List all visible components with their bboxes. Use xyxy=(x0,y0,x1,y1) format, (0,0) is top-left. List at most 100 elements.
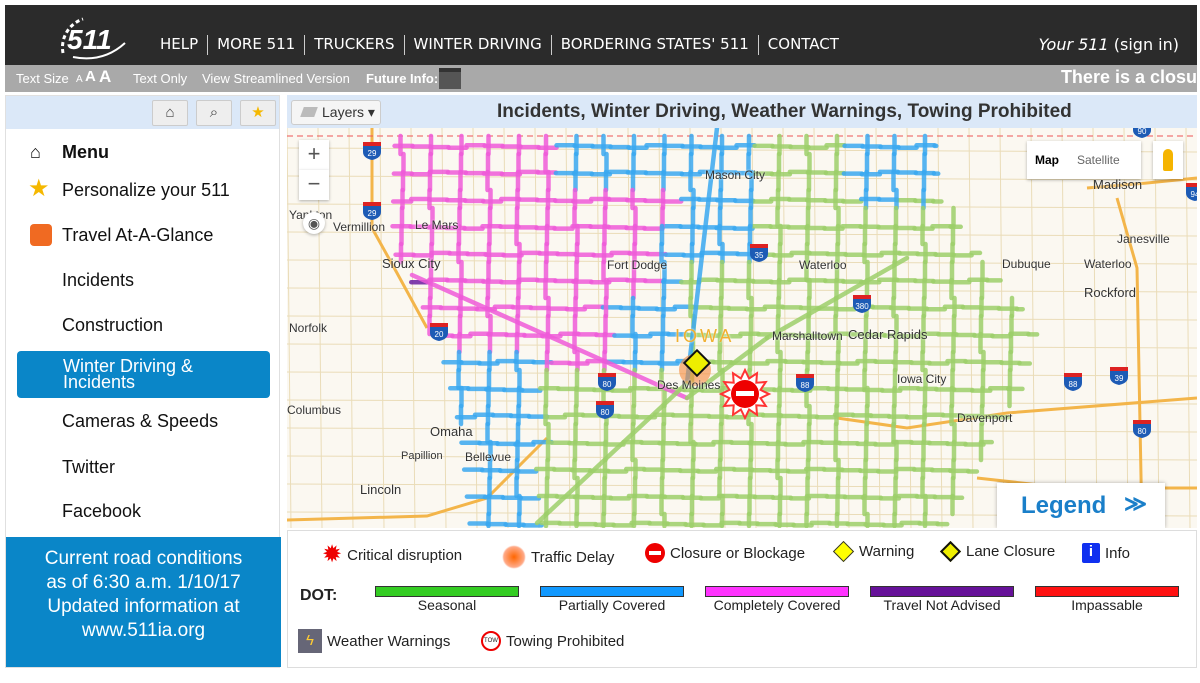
nav-truckers[interactable]: TRUCKERS xyxy=(305,35,403,55)
legend-label: Warning xyxy=(859,543,915,560)
text-size-large[interactable]: A xyxy=(99,67,111,87)
city-label: Columbus xyxy=(287,403,342,417)
svg-text:29: 29 xyxy=(368,209,377,218)
sidebar-item-label: Cameras & Speeds xyxy=(62,411,219,431)
text-size-small[interactable]: A xyxy=(76,74,83,85)
map-button[interactable]: Map xyxy=(1035,153,1059,167)
conditions-line: Current road conditions xyxy=(44,548,243,569)
511-logo[interactable]: 511 xyxy=(53,13,133,61)
home-button[interactable]: ⌂ xyxy=(152,100,188,126)
sidebar-item-construction[interactable]: Construction xyxy=(6,310,281,340)
legend-traffic-delay: Traffic Delay xyxy=(502,545,614,569)
text-only-link[interactable]: Text Only xyxy=(133,71,187,86)
text-size-medium[interactable]: A xyxy=(85,68,96,85)
svg-text:39: 39 xyxy=(1115,374,1124,383)
legend-critical: ✹ Critical disruption xyxy=(322,543,462,567)
background-road xyxy=(1154,128,1160,528)
legend-closure: Closure or Blockage xyxy=(645,543,805,563)
weather-warning-icon: ϟ xyxy=(298,629,322,653)
layers-label: Layers xyxy=(322,104,365,120)
sidebar-item-label: Facebook xyxy=(62,501,142,521)
legend-label: Traffic Delay xyxy=(531,548,615,566)
svg-text:380: 380 xyxy=(855,302,869,311)
nav-winter-driving[interactable]: WINTER DRIVING xyxy=(405,35,551,55)
city-label: Marshalltown xyxy=(772,329,843,343)
city-label: Omaha xyxy=(430,424,473,439)
legend-label: Towing Prohibited xyxy=(506,632,625,650)
map[interactable]: 29293520803808080888839809490 Mason City… xyxy=(287,128,1197,528)
map-titlebar: Layers ▾ Incidents, Winter Driving, Weat… xyxy=(287,95,1197,128)
nav-help[interactable]: HELP xyxy=(151,35,207,55)
map-type-control: Map Satellite xyxy=(1027,141,1141,179)
svg-text:88: 88 xyxy=(801,381,810,390)
background-road xyxy=(503,128,509,528)
utility-bar: Text Size A A A Text Only View Streamlin… xyxy=(5,65,1197,92)
sidebar-item-incidents[interactable]: Incidents xyxy=(6,265,281,295)
legend-label: Partially Covered xyxy=(558,597,666,613)
interstate-shield-icon: 29 xyxy=(363,202,381,220)
sidebar-item-travel-glance[interactable]: Travel At-A-Glance xyxy=(6,220,281,250)
nav-more-511[interactable]: MORE 511 xyxy=(208,35,304,55)
map-title: Incidents, Winter Driving, Weather Warni… xyxy=(497,101,1072,122)
conditions-url[interactable]: www.511ia.org xyxy=(6,619,281,643)
sign-in-link[interactable]: Your 511 (sign in) xyxy=(1039,35,1179,54)
streamlined-link[interactable]: View Streamlined Version xyxy=(202,71,350,86)
sidebar-item-personalize[interactable]: ★ Personalize your 511 xyxy=(6,175,281,205)
interstate-39 xyxy=(1115,197,1144,528)
city-label: Lincoln xyxy=(360,482,402,497)
interstate-shield-icon: 80 xyxy=(596,401,614,419)
alert-ticker[interactable]: There is a closu xyxy=(1061,67,1197,88)
legend-info: i Info xyxy=(1082,543,1130,563)
sidebar-item-facebook[interactable]: Facebook xyxy=(6,496,281,526)
satellite-button[interactable]: Satellite xyxy=(1077,153,1120,167)
sidebar-item-winter-driving[interactable]: Winter Driving & Incidents xyxy=(17,351,270,398)
legend-label: Closure or Blockage xyxy=(670,544,806,562)
header: 511 HELP MORE 511 TRUCKERS WINTER DRIVIN… xyxy=(5,5,1197,65)
zoom-in-button[interactable]: + xyxy=(299,140,329,170)
favorites-button[interactable]: ★ xyxy=(240,100,276,126)
legend-swatch-seasonal xyxy=(375,586,519,597)
sidebar-item-cameras[interactable]: Cameras & Speeds xyxy=(6,406,281,436)
city-label: Des Moines xyxy=(657,378,721,392)
svg-text:80: 80 xyxy=(1138,427,1147,436)
svg-text:94: 94 xyxy=(1191,190,1197,199)
city-label: Waterloo xyxy=(799,258,847,272)
conditions-line: as of 6:30 a.m. 1/10/17 xyxy=(46,572,241,593)
city-label: Papillion xyxy=(401,450,443,462)
sign-in-text[interactable]: (sign in) xyxy=(1114,35,1179,54)
layers-icon xyxy=(300,107,318,117)
city-label: Mason City xyxy=(705,168,766,182)
city-label: Rockford xyxy=(1084,285,1137,300)
interstate-shield-icon: 94 xyxy=(1186,183,1197,201)
zoom-out-button[interactable]: − xyxy=(299,170,329,200)
search-button[interactable]: ⌕ xyxy=(196,100,232,126)
legend-toggle-button[interactable]: Legend ≫ xyxy=(997,483,1165,528)
map-canvas[interactable]: 29293520803808080888839809490 xyxy=(287,128,1197,528)
locate-icon[interactable]: ◉ xyxy=(303,212,325,234)
background-road xyxy=(999,128,1005,528)
closure-bar xyxy=(736,391,754,396)
menu-heading[interactable]: ⌂ Menu xyxy=(6,137,281,167)
street-view-pegman-icon[interactable] xyxy=(1153,141,1183,179)
nav-contact[interactable]: CONTACT xyxy=(759,35,848,55)
legend-label: Weather Warnings xyxy=(327,632,451,650)
calendar-icon[interactable] xyxy=(439,68,461,89)
state-label: IOWA xyxy=(675,326,735,346)
layers-button[interactable]: Layers ▾ xyxy=(291,100,381,125)
travel-glance-icon xyxy=(30,224,52,246)
background-road xyxy=(287,203,1197,209)
background-road xyxy=(287,231,1197,237)
city-label: Iowa City xyxy=(897,372,947,386)
sidebar-item-label: Twitter xyxy=(62,457,116,477)
nav-bordering-states[interactable]: BORDERING STATES' 511 xyxy=(552,35,758,55)
legend-panel: ✹ Critical disruption Traffic Delay Closu… xyxy=(287,530,1197,668)
home-icon: ⌂ xyxy=(30,142,41,162)
info-icon: i xyxy=(1082,543,1100,563)
legend-label: Seasonal xyxy=(417,597,477,613)
legend-label: Lane Closure xyxy=(966,543,1056,560)
background-road xyxy=(287,427,1197,433)
svg-text:80: 80 xyxy=(603,380,612,389)
interstate-shield-icon: 80 xyxy=(1133,420,1151,438)
city-label: Vermillion xyxy=(333,220,386,234)
sidebar-item-twitter[interactable]: Twitter xyxy=(6,452,281,482)
